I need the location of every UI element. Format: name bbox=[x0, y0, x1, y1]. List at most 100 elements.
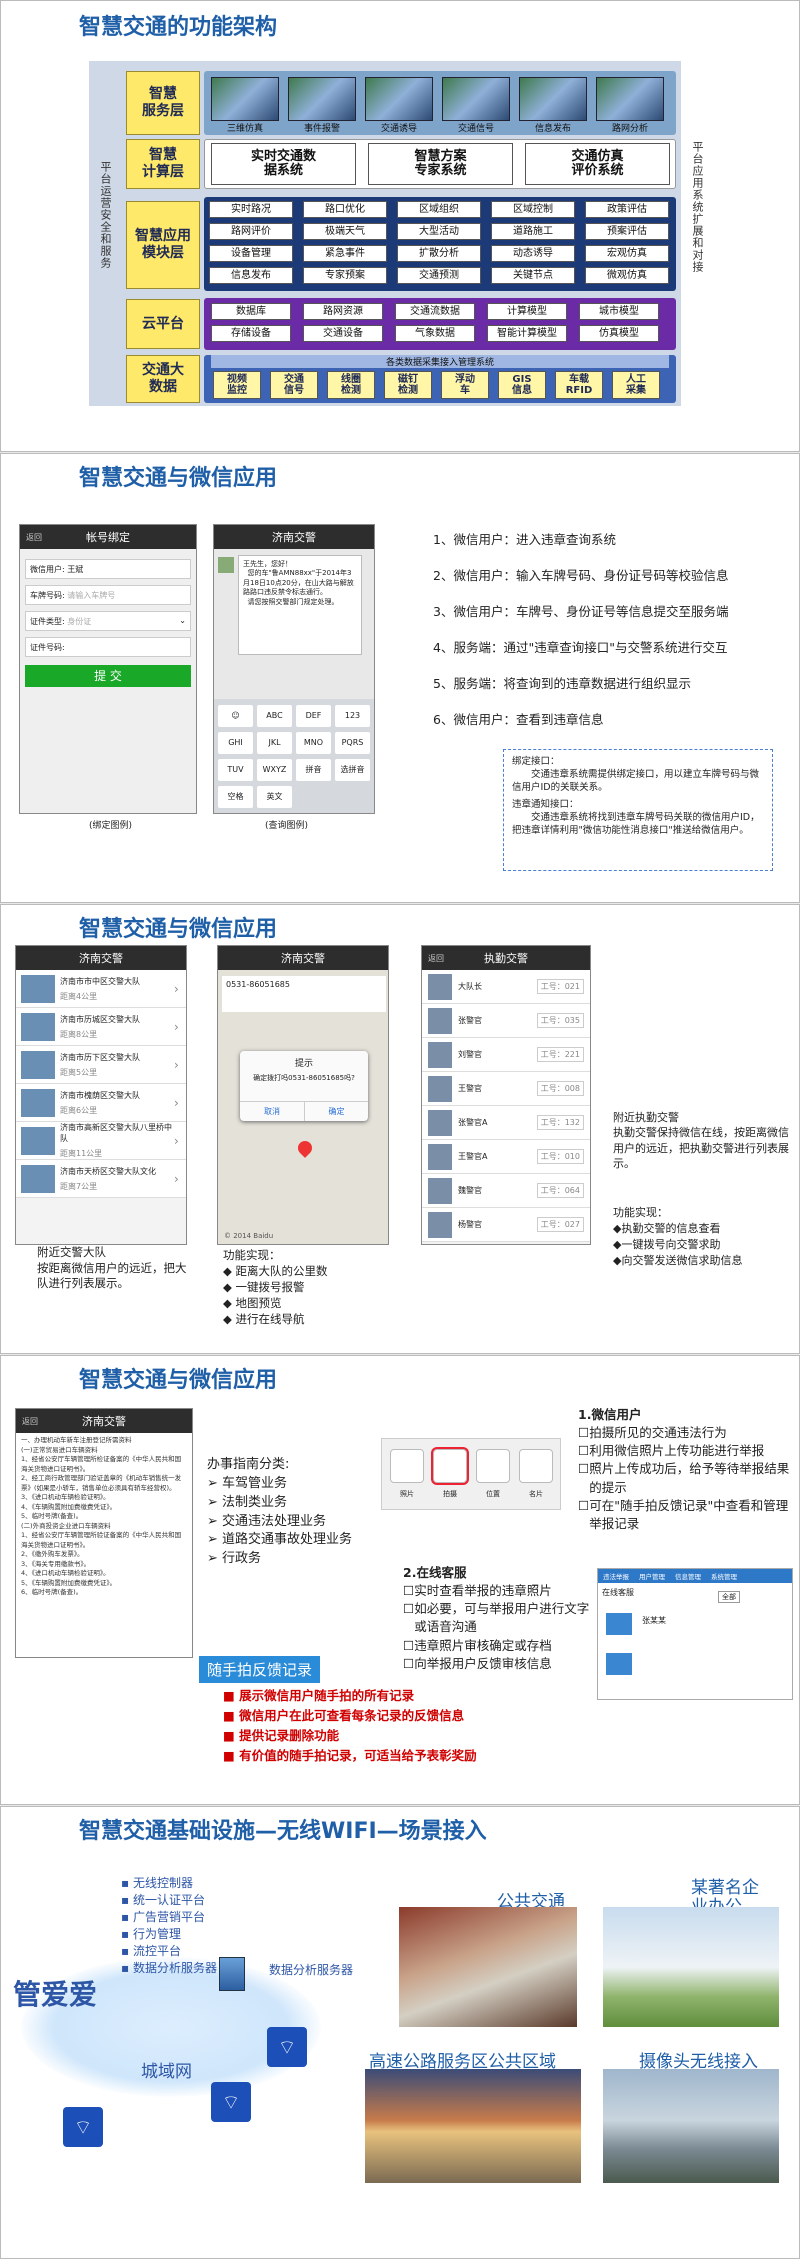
keyboard-key[interactable]: 123 bbox=[335, 705, 370, 727]
bullet-icon: ▪ bbox=[121, 1876, 133, 1890]
officer-avatar bbox=[428, 1211, 452, 1238]
feedback-record-button[interactable]: 随手拍反馈记录 bbox=[199, 1656, 321, 1683]
web-filter-select[interactable]: 全部 bbox=[718, 1591, 740, 1603]
server-item: ▪ 统一认证平台 bbox=[121, 1892, 217, 1909]
phone-caption: (查询图例) bbox=[265, 821, 309, 831]
submit-button[interactable]: 提 交 bbox=[25, 665, 191, 687]
square-bullet-icon: ■ bbox=[223, 1728, 240, 1743]
server-text: 流控平台 bbox=[132, 1944, 181, 1958]
guide-doc-phone: 返回 济南交警 一、办理机动车新车注册登记所需资料 (一)正常贸易进口车辆资料 1、经… bbox=[15, 1408, 193, 1658]
bullet-icon: ▪ bbox=[121, 1944, 133, 1958]
plate-input[interactable]: 请输入车牌号 bbox=[67, 591, 115, 600]
keyboard: ☺ ABC DEF 123 GHI JKL MNO PQRS TUV WXYZ 拼音 选拼音空格 英文 bbox=[214, 699, 374, 813]
officer-list-item[interactable]: 王警官 工号：008 bbox=[422, 1072, 590, 1106]
keyboard-key[interactable]: MNO bbox=[296, 732, 331, 754]
arrow-icon: ➢ bbox=[207, 1475, 223, 1491]
officer-list-item[interactable]: 刘警官 工号：221 bbox=[422, 1038, 590, 1072]
slide-title: 智慧交通基础设施—无线WIFI—场景接入 bbox=[79, 1819, 487, 1844]
back-button[interactable]: 返回 bbox=[26, 532, 42, 543]
map-phone: 济南交警 0531-86051685 提示 确定拨打吗0531-86051685… bbox=[217, 945, 389, 1245]
server-item: ▪ 行为管理 bbox=[121, 1926, 217, 1943]
id-type-select[interactable]: 身份证 bbox=[67, 617, 91, 626]
keyboard-key[interactable]: 空格 bbox=[218, 786, 253, 808]
web-tab[interactable]: 违法举报 bbox=[598, 1569, 634, 1583]
officer-list-item[interactable]: 大队长 工号：021 bbox=[422, 970, 590, 1004]
keyboard-key[interactable]: 英文 bbox=[257, 786, 292, 808]
keyboard-key[interactable]: 拼音 bbox=[296, 759, 331, 781]
keyboard-key[interactable]: ABC bbox=[257, 705, 292, 727]
tool-button[interactable] bbox=[519, 1449, 553, 1483]
back-button[interactable]: 返回 bbox=[428, 953, 444, 964]
web-tab[interactable]: 系统管理 bbox=[706, 1569, 742, 1583]
brigade-list-item[interactable]: 济南市天桥区交警大队文化 距离7公里 › bbox=[16, 1160, 186, 1198]
field-label: 证件号码: bbox=[30, 643, 65, 652]
keyboard-key[interactable]: 选拼音 bbox=[335, 759, 370, 781]
wechat-user-input[interactable]: 王斌 bbox=[67, 565, 83, 574]
doc-line: 5、《车辆购置附加费缴费凭证》。 bbox=[21, 1578, 117, 1587]
tool-button[interactable] bbox=[390, 1449, 424, 1483]
tool-button[interactable] bbox=[433, 1449, 467, 1483]
brigade-list-item[interactable]: 济南市槐荫区交警大队 距离6公里 › bbox=[16, 1084, 186, 1122]
keyboard-key[interactable]: JKL bbox=[257, 732, 292, 754]
checkbox-icon: ☐ bbox=[578, 1461, 590, 1477]
officer-badge-number: 工号：221 bbox=[536, 1047, 584, 1062]
server-text: 广告营销平台 bbox=[132, 1910, 205, 1924]
service-thumbnail bbox=[365, 77, 433, 121]
confirm-button[interactable]: 确定 bbox=[304, 1101, 368, 1121]
keyboard-key[interactable]: ☺ bbox=[218, 705, 253, 727]
right-side-label: 平台应用系统扩展和对接 bbox=[691, 141, 704, 273]
brigade-distance: 距离8公里 bbox=[60, 1029, 98, 1039]
brigade-list-item[interactable]: 济南市市中区交警大队 距离4公里 › bbox=[16, 970, 186, 1008]
officer-list-item[interactable]: 张警官 工号：035 bbox=[422, 1004, 590, 1038]
arrow-icon: ➢ bbox=[207, 1494, 223, 1510]
guide-text: 车驾管业务 bbox=[222, 1475, 288, 1491]
app-module: 设备管理 bbox=[209, 245, 293, 262]
officer-list-item[interactable]: 杨警官 工号：027 bbox=[422, 1208, 590, 1242]
keyboard-key[interactable]: WXYZ bbox=[257, 759, 292, 781]
brigade-list-item[interactable]: 济南市高新区交警大队八里桥中队 距离11公里 › bbox=[16, 1122, 186, 1160]
function-item: ◆ 进行在线导航 bbox=[223, 1311, 328, 1327]
tool-button[interactable] bbox=[476, 1449, 510, 1483]
guide-item: ➢ 交通违法处理业务 bbox=[207, 1513, 352, 1532]
keyboard-key[interactable]: GHI bbox=[218, 732, 253, 754]
service-area-photo bbox=[365, 2069, 581, 2183]
tool-label: 照片 bbox=[400, 1490, 414, 1498]
function-item: ◆ 地图预览 bbox=[223, 1295, 328, 1311]
back-button[interactable]: 返回 bbox=[22, 1416, 38, 1427]
web-tab[interactable]: 用户管理 bbox=[634, 1569, 670, 1583]
app-module: 路口优化 bbox=[303, 201, 387, 218]
keyboard-key[interactable]: PQRS bbox=[335, 732, 370, 754]
bus-photo bbox=[399, 1907, 577, 2027]
report-user-list: 1.微信用户 ☐ 拍摄所见的交通违法行为 ☐ 利用微信照片上传功能进行举报 ☐ 照片… bbox=[578, 1406, 793, 1533]
brigade-distance: 距离6公里 bbox=[60, 1105, 98, 1115]
chevron-right-icon: › bbox=[174, 981, 179, 996]
left-side-label: 平台运营安全和服务 bbox=[99, 161, 112, 269]
function-item: ◆向交警发送微信求助信息 bbox=[613, 1253, 743, 1267]
brigade-name: 济南市历下区交警大队 bbox=[60, 1052, 140, 1062]
diamond-icon: ◆ bbox=[223, 1264, 236, 1279]
officer-avatar bbox=[428, 1177, 452, 1204]
web-tab[interactable]: 信息管理 bbox=[670, 1569, 706, 1583]
bigdata-header: 各类数据采集接入管理系统 bbox=[211, 355, 669, 368]
checkbox-icon: ☐ bbox=[578, 1443, 590, 1459]
officer-name: 刘警官 bbox=[458, 1050, 482, 1059]
guide-text: 道路交通事故处理业务 bbox=[222, 1532, 353, 1548]
app-module: 区域控制 bbox=[491, 201, 575, 218]
cancel-button[interactable]: 取消 bbox=[240, 1101, 304, 1121]
officer-list-item[interactable]: 魏警官 工号：064 bbox=[422, 1174, 590, 1208]
data-source: 车载 RFID bbox=[555, 371, 603, 399]
brigade-list-item[interactable]: 济南市历下区交警大队 距离5公里 › bbox=[16, 1046, 186, 1084]
officer-badge-number: 工号：132 bbox=[536, 1115, 584, 1130]
step-item: 6、微信用户：查看到违章信息 bbox=[433, 712, 604, 727]
slide-architecture: 智慧交通的功能架构 平台运营安全和服务 平台应用系统扩展和对接 智慧 服务层 智慧… bbox=[0, 0, 800, 452]
keyboard-key[interactable]: TUV bbox=[218, 759, 253, 781]
keyboard-key[interactable]: DEF bbox=[296, 705, 331, 727]
officer-list-item[interactable]: 张警官A 工号：132 bbox=[422, 1106, 590, 1140]
doc-line: (一)正常贸易进口车辆资料 bbox=[21, 1445, 98, 1454]
arrow-icon: ➢ bbox=[207, 1551, 223, 1567]
brigade-list-item[interactable]: 济南市历城区交警大队 距离8公里 › bbox=[16, 1008, 186, 1046]
app-module: 宏观仿真 bbox=[585, 245, 669, 262]
note-text: 交通违章系统需提供绑定接口，用以建立车牌号码与微信用户ID的关联关系。 bbox=[512, 768, 760, 793]
officer-list-item[interactable]: 王警官A 工号：010 bbox=[422, 1140, 590, 1174]
cloud-resource: 城市模型 bbox=[579, 303, 659, 320]
